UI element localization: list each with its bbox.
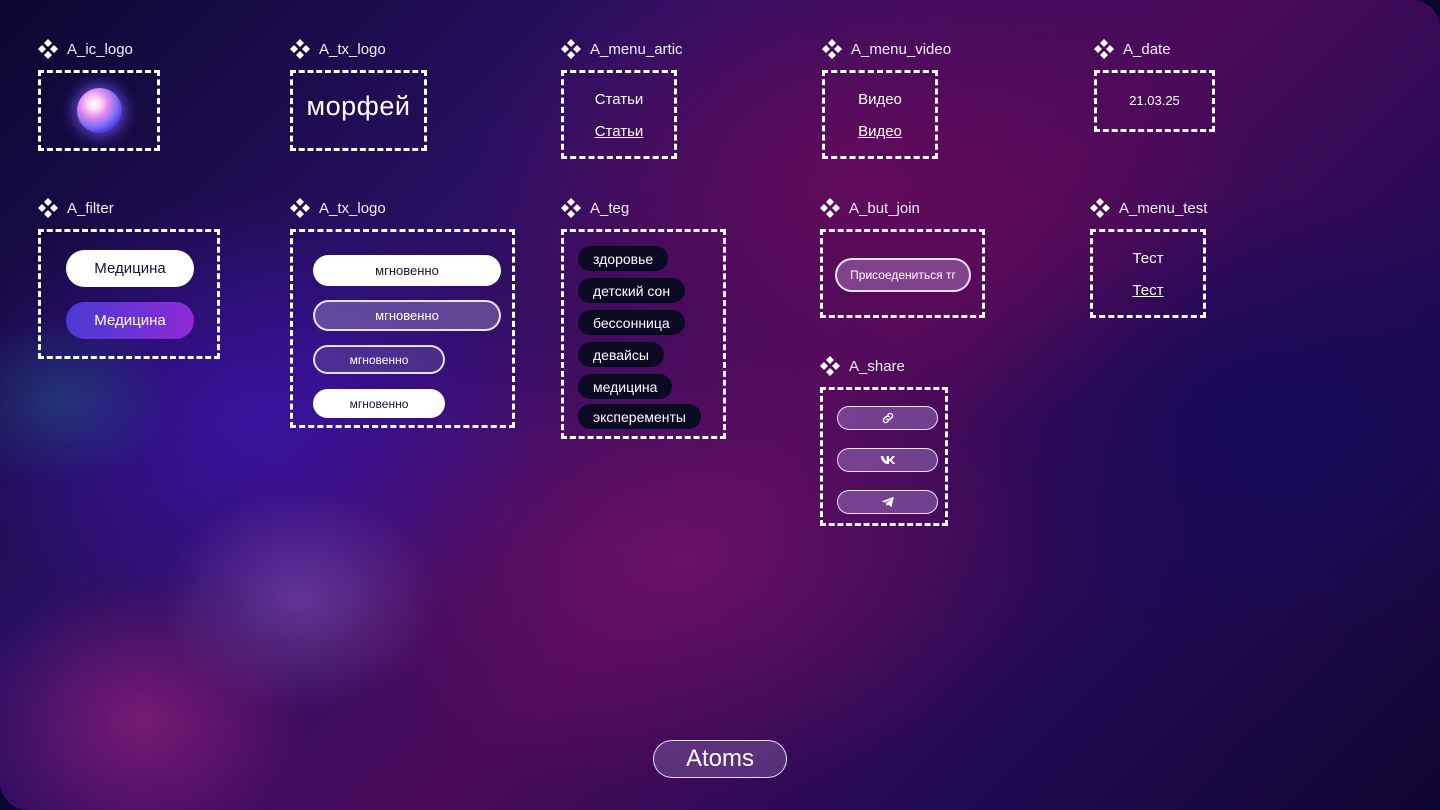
component-icon <box>1093 38 1115 60</box>
component-label-tx-logo: A_tx_logo <box>289 38 386 60</box>
component-frame-filter: Медицина Медицина <box>38 229 220 359</box>
component-frame-share <box>820 387 948 526</box>
filter-chip-default[interactable]: Медицина <box>66 250 194 287</box>
join-telegram-button[interactable]: Присоедениться тг <box>835 258 971 292</box>
component-label-ic-logo: A_ic_logo <box>37 38 133 60</box>
component-name: A_tx_logo <box>319 40 386 58</box>
share-link-button[interactable] <box>837 406 938 430</box>
component-icon <box>289 38 311 60</box>
component-icon <box>37 197 59 219</box>
component-icon <box>560 38 582 60</box>
component-frame-menu-artic: Статьи Статьи <box>561 70 677 159</box>
component-icon <box>821 38 843 60</box>
telegram-icon <box>881 496 894 508</box>
component-name: A_tx_logo <box>319 199 386 217</box>
component-label-menu-test: A_menu_test <box>1089 197 1207 219</box>
tag-chip[interactable]: детский сон <box>578 278 686 303</box>
menu-item-test-hover[interactable]: Тест <box>1093 282 1203 299</box>
component-label-menu-artic: A_menu_artic <box>560 38 683 60</box>
instant-button-small-hover[interactable]: мгновенно <box>313 345 445 374</box>
tag-chip[interactable]: здоровье <box>578 246 669 271</box>
component-icon <box>37 38 59 60</box>
component-label-filter: A_filter <box>37 197 114 219</box>
component-frame-tx-logo: морфей <box>290 70 427 151</box>
sphere-logo-icon <box>77 88 122 133</box>
tag-chip[interactable]: девайсы <box>578 342 664 367</box>
component-name: A_ic_logo <box>67 40 133 58</box>
share-telegram-button[interactable] <box>837 490 938 514</box>
atoms-canvas: A_ic_logo A_tx_logo морфей A_menu_artic … <box>0 0 1440 810</box>
component-label-tx-logo-buttons: A_tx_logo <box>289 197 386 219</box>
component-frame-menu-video: Видео Видео <box>822 70 938 159</box>
component-icon <box>819 355 841 377</box>
component-name: A_filter <box>67 199 114 217</box>
date-text: 21.03.25 <box>1129 93 1180 108</box>
component-name: A_teg <box>590 199 630 217</box>
component-frame-date: 21.03.25 <box>1094 70 1215 132</box>
component-name: A_date <box>1123 40 1171 58</box>
component-name: A_menu_test <box>1119 199 1208 217</box>
vk-icon <box>880 456 895 464</box>
instant-button-hover[interactable]: мгновенно <box>313 300 501 331</box>
component-name: A_share <box>849 357 905 375</box>
component-icon <box>819 197 841 219</box>
component-icon <box>560 197 582 219</box>
page-title-atoms: Atoms <box>653 740 787 778</box>
component-label-teg: A_teg <box>560 197 629 219</box>
component-label-but-join: A_but_join <box>819 197 920 219</box>
instant-button-small-default[interactable]: мгновенно <box>313 389 445 418</box>
component-label-share: A_share <box>819 355 905 377</box>
component-frame-ic-logo <box>38 70 160 151</box>
tag-chip[interactable]: эксперементы <box>578 404 701 429</box>
share-vk-button[interactable] <box>837 448 938 472</box>
menu-item-test[interactable]: Тест <box>1093 250 1203 267</box>
menu-item-articles[interactable]: Статьи <box>564 91 674 108</box>
component-name: A_but_join <box>849 199 920 217</box>
brand-wordmark[interactable]: морфей <box>293 91 424 122</box>
component-frame-but-join: Присоедениться тг <box>820 229 985 318</box>
component-icon <box>289 197 311 219</box>
instant-button-default[interactable]: мгновенно <box>313 255 501 286</box>
link-icon <box>882 412 893 424</box>
menu-item-video[interactable]: Видео <box>825 91 935 108</box>
component-label-menu-video: A_menu_video <box>821 38 951 60</box>
component-frame-tx-logo-buttons: мгновенно мгновенно мгновенно мгновенно <box>290 229 515 428</box>
menu-item-articles-hover[interactable]: Статьи <box>564 123 674 140</box>
tag-chip[interactable]: медицина <box>578 374 673 399</box>
tag-chip[interactable]: бессонница <box>578 310 685 335</box>
component-label-date: A_date <box>1093 38 1171 60</box>
component-name: A_menu_video <box>851 40 952 58</box>
filter-chip-active[interactable]: Медицина <box>66 302 194 339</box>
menu-item-video-hover[interactable]: Видео <box>825 123 935 140</box>
component-frame-teg: здоровье детский сон бессонница девайсы … <box>561 229 726 439</box>
component-name: A_menu_artic <box>590 40 683 58</box>
component-icon <box>1089 197 1111 219</box>
component-frame-menu-test: Тест Тест <box>1090 229 1206 318</box>
